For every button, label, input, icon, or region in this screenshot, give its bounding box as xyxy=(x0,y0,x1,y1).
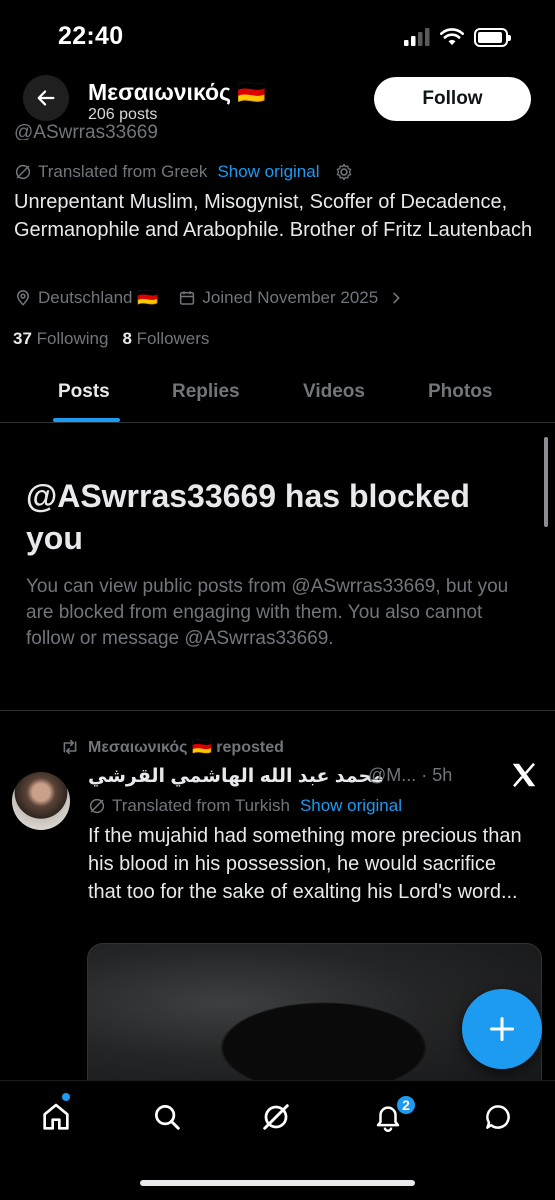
status-time: 22:40 xyxy=(58,22,124,50)
location-pin-icon xyxy=(16,290,30,306)
following-count: 37 xyxy=(13,329,32,348)
search-icon xyxy=(155,1105,180,1130)
plus-icon xyxy=(489,1016,515,1042)
translate-icon xyxy=(89,798,105,814)
tab-replies[interactable]: Replies xyxy=(172,381,240,403)
blocked-title: @ASwrras33669 has blocked you xyxy=(26,478,470,556)
profile-location: Deutschland 🇩🇪 xyxy=(38,288,159,307)
tweet-show-original-link[interactable]: Show original xyxy=(300,796,402,816)
chat-bubble-icon xyxy=(486,1105,510,1129)
profile-meta: Deutschland 🇩🇪 Joined November 2025 xyxy=(14,288,404,308)
header-display-name: Μεσαιωνικός 🇩🇪 xyxy=(88,79,267,105)
tweet-translation-note: Translated from Turkish Show original xyxy=(88,796,402,816)
followers-count: 8 xyxy=(122,329,132,348)
avatar[interactable] xyxy=(12,772,70,830)
follow-counts: 37 Following 8 Followers xyxy=(13,329,209,349)
grok-icon xyxy=(263,1104,289,1130)
arrow-left-icon xyxy=(37,90,55,106)
follow-button[interactable]: Follow xyxy=(374,77,531,121)
nav-messages[interactable] xyxy=(478,1097,518,1137)
x-logo-icon[interactable] xyxy=(509,760,539,798)
tab-posts[interactable]: Posts xyxy=(58,381,110,403)
header-posts-count: 206 posts xyxy=(88,106,158,123)
tab-photos[interactable]: Photos xyxy=(428,381,492,403)
tweet-translated-from-label: Translated from Turkish xyxy=(112,796,290,815)
nav-search[interactable] xyxy=(147,1097,187,1137)
calendar-icon xyxy=(180,291,195,305)
repost-indicator: Μεσαιωνικός 🇩🇪 reposted xyxy=(60,737,284,757)
show-original-link[interactable]: Show original xyxy=(217,162,319,182)
bio-translation-note: Translated from Greek Show original xyxy=(14,162,354,182)
chevron-right-icon[interactable] xyxy=(388,290,404,306)
section-divider xyxy=(0,710,555,711)
profile-joined-date: Joined November 2025 xyxy=(202,288,379,307)
following-link[interactable]: 37 Following xyxy=(13,329,108,349)
reposted-by-label: Μεσαιωνικός 🇩🇪 reposted xyxy=(88,739,284,756)
repost-icon xyxy=(63,739,77,755)
battery-icon xyxy=(474,27,511,47)
following-label: Following xyxy=(36,329,109,348)
wifi-icon xyxy=(440,28,464,45)
followers-label: Followers xyxy=(136,329,210,348)
tweet-handle-time: @M... · 5h xyxy=(368,765,453,785)
notifications-badge: 2 xyxy=(395,1094,417,1116)
status-icons xyxy=(404,24,511,50)
home-indicator[interactable] xyxy=(140,1180,415,1186)
tab-videos[interactable]: Videos xyxy=(303,381,365,403)
nav-home[interactable] xyxy=(36,1097,76,1137)
back-button[interactable] xyxy=(23,75,69,121)
scrollbar[interactable] xyxy=(544,437,548,527)
translated-from-label: Translated from Greek xyxy=(38,162,208,181)
home-unread-dot xyxy=(62,1093,70,1101)
tab-divider xyxy=(0,422,555,423)
nav-grok[interactable] xyxy=(256,1097,296,1137)
tweet-author-name[interactable]: محمد عبد الله الهاشمي القرشي xyxy=(88,765,384,788)
tweet-text[interactable]: If the mujahid had something more precio… xyxy=(88,822,528,906)
followers-link[interactable]: 8 Followers xyxy=(122,329,209,349)
gear-icon[interactable] xyxy=(334,162,354,182)
compose-button[interactable] xyxy=(462,989,542,1069)
cellular-signal-icon xyxy=(404,28,430,46)
home-icon xyxy=(43,1103,69,1130)
blocked-message: You can view public posts from @ASwrras3… xyxy=(26,576,509,649)
translate-icon xyxy=(15,164,31,180)
profile-bio: Unrepentant Muslim, Misogynist, Scoffer … xyxy=(14,191,533,241)
